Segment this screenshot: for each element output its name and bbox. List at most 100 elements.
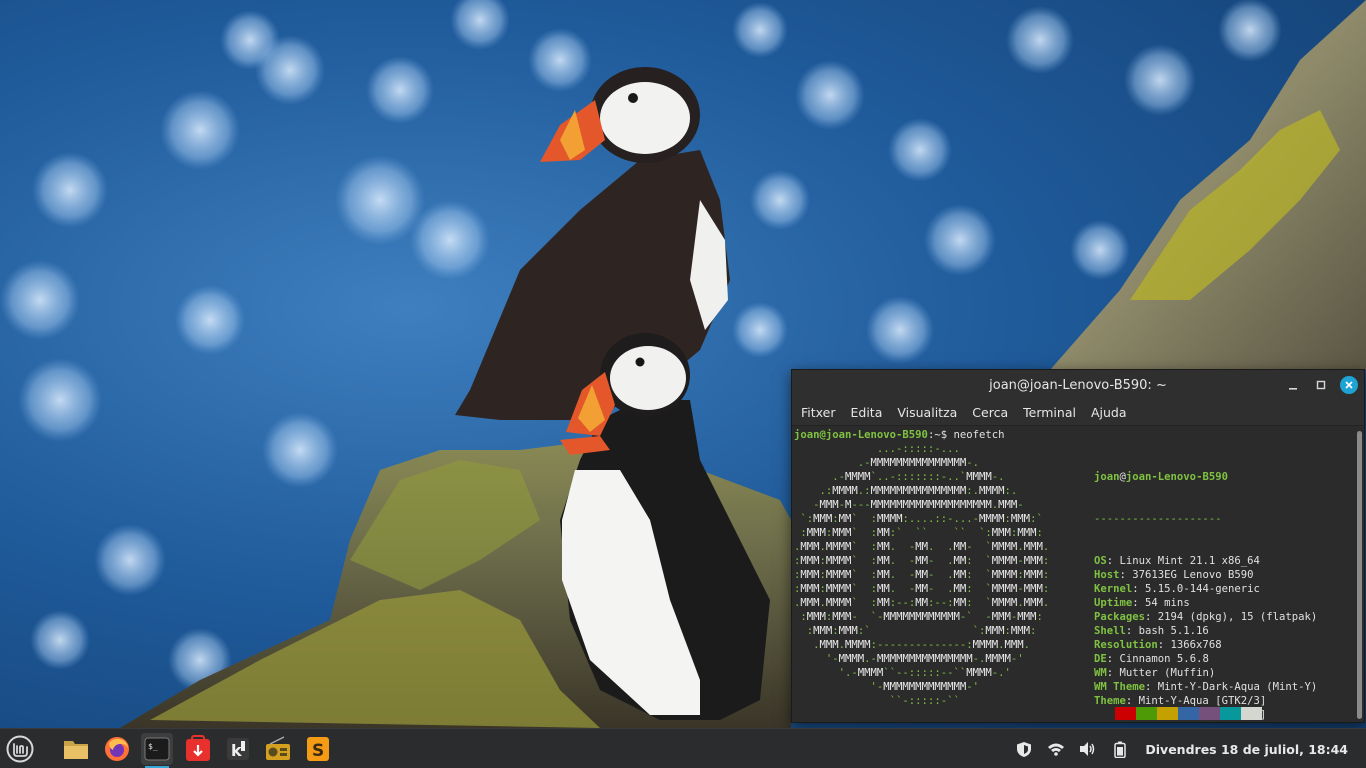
info-user: joan: [1094, 471, 1120, 483]
ascii-line: '-MMMMMMMMMMMMM-': [794, 681, 979, 693]
svg-text:$_: $_: [148, 742, 158, 751]
kdenlive-icon: k: [227, 738, 249, 760]
menu-terminal[interactable]: Terminal: [1018, 405, 1081, 420]
minimize-icon: [1289, 388, 1297, 390]
info-colon: :: [1157, 639, 1171, 651]
sound-tray[interactable]: [1079, 740, 1097, 758]
terminal-menubar: Fitxer Edita Visualitza Cerca Terminal A…: [792, 400, 1364, 426]
taskbar-panel: $_ k S Divendres 18 de juliol, 18:44: [0, 728, 1366, 768]
kdenlive-launcher[interactable]: k: [222, 733, 254, 765]
minimize-button[interactable]: [1282, 375, 1304, 395]
ascii-line: :MMM:MMMM` :MM. -MM- .MM: `MMMM:MMM:: [794, 569, 1050, 581]
palette-swatch: [1157, 707, 1178, 720]
close-button[interactable]: [1340, 376, 1358, 394]
shield-icon: [1017, 741, 1032, 757]
ascii-line: '-MMMM.-MMMMMMMMMMMMMMM-.MMMM-': [794, 653, 1024, 665]
info-colon: :: [1125, 695, 1139, 707]
ascii-line: :MMM:MMM- `-MMMMMMMMMMMM-` -MMM-MMM:: [794, 611, 1043, 623]
ascii-line: .:MMMM.:MMMMMMMMMMMMMMM:.MMMM:.: [794, 485, 1018, 497]
terminal-window[interactable]: joan@joan-Lenovo-B590: ~ Fitxer Edita Vi…: [791, 369, 1365, 723]
info-key: Resolution: [1094, 639, 1158, 651]
info-value: Mint-Y-Dark-Aqua (Mint-Y): [1157, 681, 1318, 693]
close-icon: [1345, 381, 1353, 389]
palette-swatch: [1115, 707, 1136, 720]
palette-swatch: [1094, 707, 1115, 720]
maximize-icon: [1316, 380, 1326, 390]
terminal-launcher[interactable]: $_: [141, 733, 173, 768]
info-value: Mint-Y-Aqua [GTK2/3]: [1138, 695, 1267, 707]
info-key: DE: [1094, 653, 1107, 665]
info-colon: :: [1106, 667, 1120, 679]
sublime-launcher[interactable]: S: [302, 733, 334, 765]
info-key: Host: [1094, 569, 1120, 581]
info-value: 37613EG Lenovo B590: [1132, 569, 1254, 581]
color-palette: [1094, 707, 1262, 720]
ascii-line: :MMM:MMMM` :MM. -MM- .MM: `MMMM-MMM:: [794, 583, 1050, 595]
info-value: 5.15.0-144-generic: [1145, 583, 1260, 595]
info-colon: :: [1145, 611, 1158, 623]
ascii-line: .-MMMMMMMMMMMMMMM-.: [794, 457, 979, 469]
info-row: Host: 37613EG Lenovo B590: [1094, 568, 1324, 582]
menu-edita[interactable]: Edita: [846, 405, 888, 420]
update-manager-tray[interactable]: [1015, 740, 1033, 758]
info-key: Packages: [1094, 611, 1146, 623]
sublime-text-icon: S: [307, 737, 329, 761]
network-tray[interactable]: [1047, 740, 1065, 758]
files-launcher[interactable]: [60, 733, 92, 765]
info-row: WM: Mutter (Muffin): [1094, 666, 1324, 680]
ascii-line: .-MMMM`..-:::::::-..`MMMM-.: [794, 471, 1005, 483]
info-key: Theme: [1094, 695, 1126, 707]
system-tray: Divendres 18 de juliol, 18:44: [1015, 729, 1348, 768]
info-key: Kernel: [1094, 583, 1133, 595]
terminal-icon: $_: [144, 737, 170, 761]
software-manager-launcher[interactable]: [182, 733, 214, 765]
info-colon: :: [1132, 583, 1146, 595]
info-colon: :: [1119, 569, 1133, 581]
scrollbar-thumb[interactable]: [1357, 431, 1362, 719]
ascii-line: ``-:::::-``: [794, 695, 960, 707]
info-row: DE: Cinnamon 5.6.8: [1094, 652, 1324, 666]
menu-visualitza[interactable]: Visualitza: [892, 405, 962, 420]
info-colon: :: [1106, 555, 1120, 567]
info-key: Uptime: [1094, 597, 1133, 609]
menu-cerca[interactable]: Cerca: [967, 405, 1013, 420]
ascii-line: .MMM.MMMM:--------------:MMMM.MMM.: [794, 639, 1031, 651]
info-row: Kernel: 5.15.0-144-generic: [1094, 582, 1324, 596]
menu-ajuda[interactable]: Ajuda: [1086, 405, 1132, 420]
radio-icon: [266, 736, 290, 760]
wifi-icon: [1048, 743, 1065, 756]
info-host: joan-Lenovo-B590: [1125, 471, 1228, 483]
info-row: Shell: bash 5.1.16: [1094, 624, 1324, 638]
power-tray[interactable]: [1111, 740, 1129, 758]
linux-mint-logo-icon: [6, 735, 34, 763]
info-user-host: joan@joan-Lenovo-B590: [1094, 470, 1324, 484]
window-titlebar[interactable]: joan@joan-Lenovo-B590: ~: [792, 370, 1364, 400]
ascii-line: .MMM.MMMM` :MM. -MM. .MM- `MMMM.MMM.: [794, 541, 1050, 553]
firefox-launcher[interactable]: [101, 733, 133, 765]
menu-button[interactable]: [4, 733, 36, 765]
maximize-button[interactable]: [1310, 375, 1332, 395]
terminal-output[interactable]: joan@joan-Lenovo-B590:~$ neofetch ...-::…: [792, 427, 1356, 722]
info-colon: :: [1132, 597, 1146, 609]
battery-icon: [1114, 741, 1127, 758]
info-value: 54 mins: [1145, 597, 1190, 609]
info-value: Linux Mint 21.1 x86_64: [1119, 555, 1260, 567]
info-key: WM: [1094, 667, 1107, 679]
info-key: Shell: [1094, 625, 1126, 637]
info-key: OS: [1094, 555, 1107, 567]
info-row: OS: Linux Mint 21.1 x86_64: [1094, 554, 1324, 568]
ascii-line: :MMM:MMM:` `:MMM:MMM:: [794, 625, 1037, 637]
info-value: Mutter (Muffin): [1119, 667, 1216, 679]
firefox-icon: [105, 737, 129, 761]
info-row: Theme: Mint-Y-Aqua [GTK2/3]: [1094, 694, 1324, 708]
svg-text:k: k: [231, 741, 242, 760]
palette-swatch: [1199, 707, 1220, 720]
volume-icon: [1080, 742, 1095, 756]
terminal-scrollbar[interactable]: [1355, 427, 1364, 722]
info-key: WM Theme: [1094, 681, 1146, 693]
palette-swatch: [1178, 707, 1199, 720]
folder-icon: [64, 741, 88, 759]
clock[interactable]: Divendres 18 de juliol, 18:44: [1145, 742, 1348, 757]
menu-fitxer[interactable]: Fitxer: [796, 405, 841, 420]
radio-launcher[interactable]: [262, 733, 294, 765]
